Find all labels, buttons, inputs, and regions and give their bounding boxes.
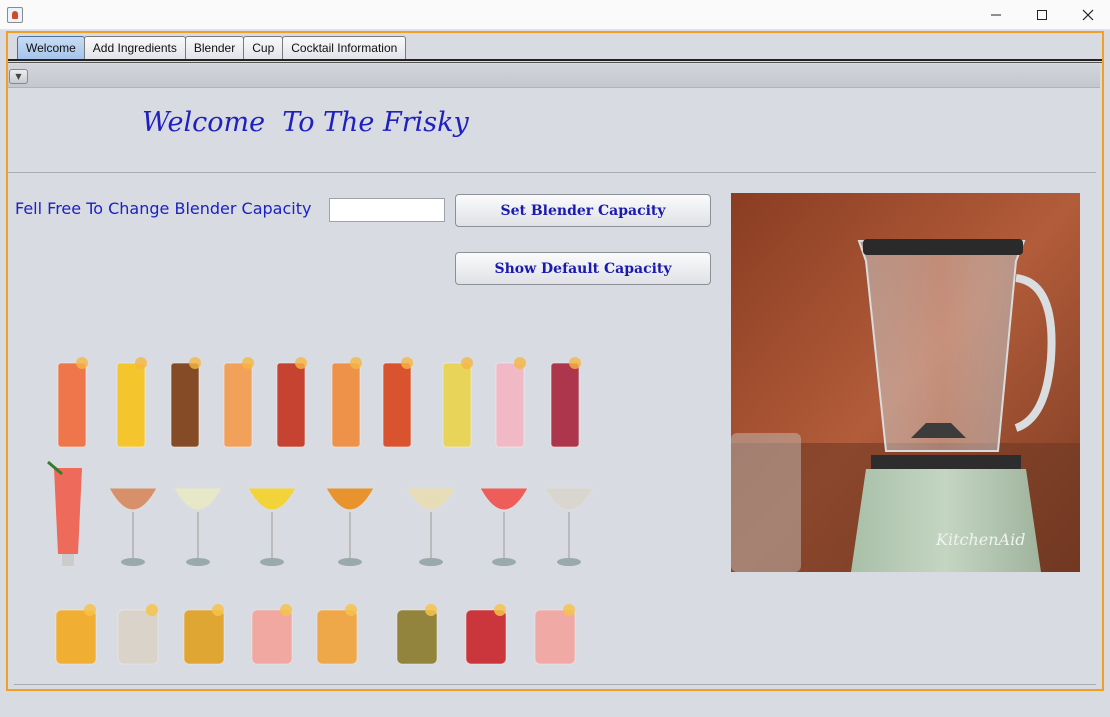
cocktail-image [534, 604, 576, 665]
capacity-input[interactable] [329, 198, 445, 222]
show-default-capacity-button[interactable]: Show Default Capacity [455, 252, 711, 285]
cocktail-image [117, 604, 159, 665]
cocktail-image [183, 604, 225, 665]
set-blender-capacity-button[interactable]: Set Blender Capacity [455, 194, 711, 227]
tab-add-ingredients[interactable]: Add Ingredients [83, 36, 186, 59]
cocktail-image [57, 357, 88, 448]
tab-cocktail-information[interactable]: Cocktail Information [282, 36, 407, 59]
maximize-button[interactable] [1019, 0, 1065, 30]
cocktail-image [47, 460, 82, 566]
tab-underline [8, 59, 1102, 63]
cocktail-image [406, 487, 456, 566]
cocktail-image [170, 357, 201, 448]
welcome-heading: Welcome To The Frisky [142, 107, 469, 138]
cocktail-image [55, 604, 97, 665]
cocktail-image [382, 357, 413, 448]
cocktail-image [495, 357, 526, 448]
cocktail-image [325, 487, 375, 566]
cocktail-image [223, 357, 254, 448]
collapse-button[interactable]: ▼ [9, 69, 28, 84]
triangle-down-icon: ▼ [15, 72, 22, 81]
bottom-separator [14, 684, 1096, 685]
close-icon [1082, 9, 1094, 21]
tab-blender[interactable]: Blender [184, 36, 245, 59]
svg-text:KitchenAid: KitchenAid [935, 530, 1025, 549]
java-app-icon [7, 7, 23, 23]
cocktail-image [247, 487, 297, 566]
cocktail-image [396, 604, 438, 665]
minimize-button[interactable] [973, 0, 1019, 30]
cocktail-image [544, 487, 594, 566]
minimize-icon [991, 14, 1001, 16]
cocktail-image [173, 487, 223, 566]
cocktail-image [116, 357, 147, 448]
cocktail-image [108, 487, 158, 566]
close-button[interactable] [1065, 0, 1110, 30]
cocktail-image [479, 487, 529, 566]
cocktail-image [316, 604, 358, 665]
cocktail-image [276, 357, 307, 448]
cocktail-image [442, 357, 473, 448]
capacity-label: Fell Free To Change Blender Capacity [15, 199, 312, 218]
separator [8, 172, 1096, 173]
cocktail-image [550, 357, 581, 448]
toolbar-strip [8, 64, 1100, 88]
tab-bar: Welcome Add Ingredients Blender Cup Cock… [17, 36, 407, 59]
blender-photo: KitchenAid [731, 193, 1080, 572]
cocktail-image [331, 357, 362, 448]
cocktail-image [465, 604, 507, 665]
cocktail-image [251, 604, 293, 665]
title-bar [0, 0, 1110, 30]
tab-cup[interactable]: Cup [243, 36, 284, 59]
maximize-icon [1037, 10, 1047, 20]
tab-welcome[interactable]: Welcome [17, 36, 85, 59]
